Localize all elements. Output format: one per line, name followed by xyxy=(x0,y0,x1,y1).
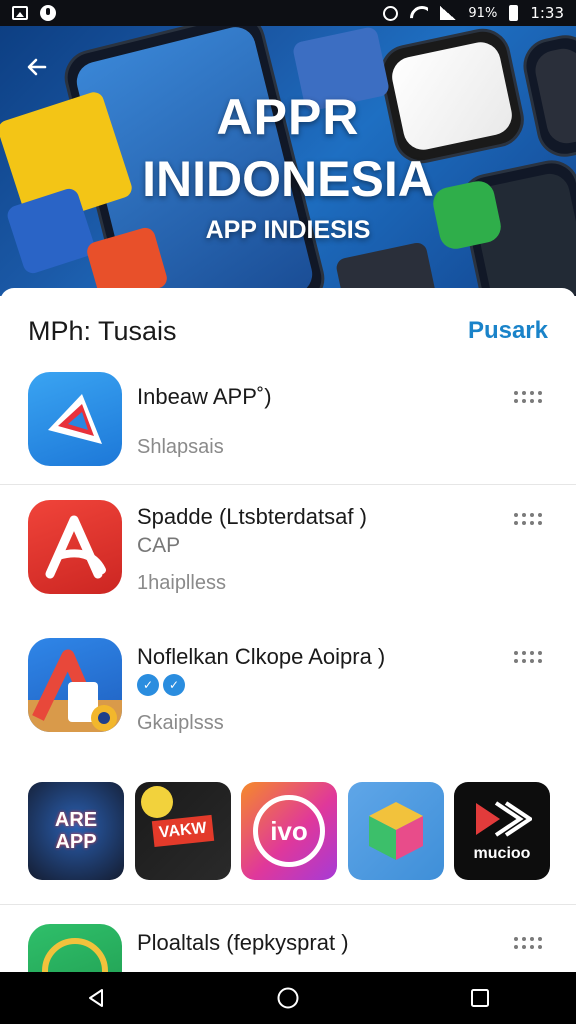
double-arrow-icon xyxy=(476,801,532,837)
back-button[interactable] xyxy=(20,50,54,84)
more-options-button[interactable] xyxy=(512,932,544,954)
alarm-icon xyxy=(383,5,399,21)
status-left xyxy=(12,5,56,21)
arrow-triangle-icon xyxy=(48,394,102,444)
featured-app-tile[interactable] xyxy=(347,782,444,880)
arrow-left-icon xyxy=(27,58,47,76)
app-name: Spadde (Ltsbterdatsaf ) xyxy=(137,504,367,529)
featured-app-tile[interactable]: ARE APP xyxy=(28,782,124,880)
hero-subtitle: APP INDIESIS xyxy=(205,216,371,244)
app-list-item[interactable]: Ploaltals (fepkysprat ) xyxy=(0,924,576,972)
hero-title-line1: APPR xyxy=(216,89,360,145)
more-options-button[interactable] xyxy=(512,508,544,530)
divider xyxy=(0,484,576,485)
colorful-a-icon xyxy=(28,649,122,732)
app-icon-colorful-a[interactable] xyxy=(28,638,122,732)
status-right: 91% 1:33 xyxy=(383,4,564,22)
home-circle-icon xyxy=(277,987,299,1009)
featured-apps-row: ARE APP VAKW ivo mucioo xyxy=(28,782,550,882)
app-icon-play-arrow[interactable] xyxy=(28,372,122,466)
verified-badge-icon: ✓ xyxy=(137,674,159,696)
featured-app-tile[interactable]: VAKW xyxy=(134,782,231,880)
featured-app-label: ivo xyxy=(270,815,308,846)
more-options-button[interactable] xyxy=(512,386,544,408)
app-icon-letter-a[interactable] xyxy=(28,500,122,594)
app-list-item[interactable]: Noflelkan Clkope Aoipra ) ✓ ✓ Gkaiplsss xyxy=(0,638,576,762)
more-options-button[interactable] xyxy=(512,646,544,668)
content-sheet: MPh: Tusais Pusark Inbeaw APP˚) Shlapsai… xyxy=(0,288,576,972)
divider xyxy=(0,904,576,905)
screen: 91% 1:33 APPR INIDONESIA APP INDIESIS MP… xyxy=(0,0,576,1024)
wifi-icon xyxy=(410,6,428,20)
battery-icon xyxy=(509,5,519,21)
app-category: CAP xyxy=(137,534,181,557)
app-list-item[interactable]: Inbeaw APP˚) Shlapsais xyxy=(0,372,576,496)
bee-icon xyxy=(140,786,173,818)
section-title: MPh: Tusais xyxy=(28,315,177,346)
section-action-link[interactable]: Pusark xyxy=(468,317,548,345)
signal-icon xyxy=(440,6,457,20)
notification-face-icon xyxy=(40,5,56,21)
featured-app-tile[interactable]: ivo xyxy=(241,782,337,880)
featured-app-label: ARE APP xyxy=(54,809,98,853)
app-subtitle: Shlapsais xyxy=(137,436,224,458)
nav-back-button[interactable] xyxy=(66,976,126,1020)
app-subtitle: Gkaiplsss xyxy=(137,712,224,734)
featured-app-label: mucioo xyxy=(473,845,531,862)
battery-percent: 91% xyxy=(468,5,498,21)
nav-recents-button[interactable] xyxy=(450,976,510,1020)
gallery-icon xyxy=(12,6,28,20)
verified-badge-icon: ✓ xyxy=(163,674,185,696)
featured-app-tile[interactable]: mucioo xyxy=(454,782,550,880)
status-bar: 91% 1:33 xyxy=(0,0,576,26)
app-name: Inbeaw APP˚) xyxy=(137,384,272,409)
status-time: 1:33 xyxy=(530,4,564,22)
app-name: Ploaltals (fepkysprat ) xyxy=(137,930,349,955)
circle-icon xyxy=(42,938,108,972)
app-name: Noflelkan Clkope Aoipra ) xyxy=(137,644,386,669)
cube-icon xyxy=(368,802,423,860)
app-list-item[interactable]: Spadde (Ltsbterdatsaf ) CAP 1haiplless xyxy=(0,500,576,624)
hero-title-line2: INIDONESIA xyxy=(142,151,434,207)
hero-banner: APPR INIDONESIA APP INDIESIS xyxy=(0,26,576,296)
app-subtitle: 1haiplless xyxy=(137,572,226,594)
letter-a-icon xyxy=(45,515,106,579)
recents-square-icon xyxy=(471,989,489,1007)
app-icon-green-circle[interactable] xyxy=(28,924,122,972)
app-badges: ✓ ✓ xyxy=(137,674,185,696)
featured-app-label: VAKW xyxy=(151,814,214,848)
nav-home-button[interactable] xyxy=(258,976,318,1020)
navigation-bar xyxy=(0,972,576,1024)
back-triangle-icon xyxy=(89,989,103,1007)
section-header: MPh: Tusais Pusark xyxy=(28,314,548,348)
